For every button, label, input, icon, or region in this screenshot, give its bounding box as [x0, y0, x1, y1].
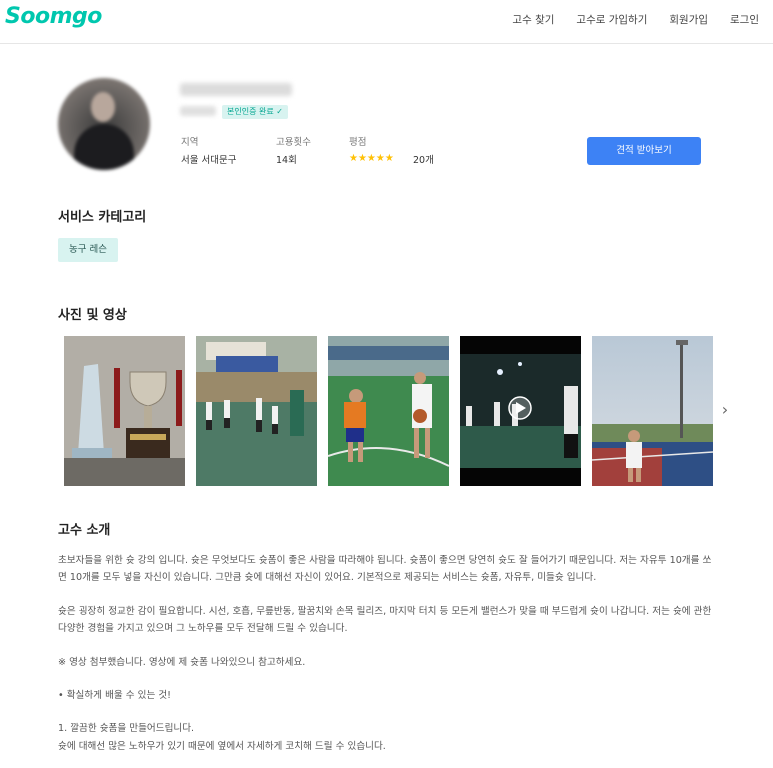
rating-stars-icon: ★★★★★	[349, 153, 394, 164]
stat-region-value: 서울 서대문구	[181, 155, 237, 166]
dribble-photo-image	[328, 336, 449, 486]
profile-avatar	[58, 78, 150, 170]
stat-region-label: 지역	[181, 137, 199, 148]
top-header: Soomgo 고수 찾기 고수로 가입하기 회원가입 로그인	[0, 0, 773, 44]
photo-outdoor-court[interactable]	[592, 336, 713, 486]
photo-dribble[interactable]	[328, 336, 449, 486]
stat-review-count[interactable]: 20개	[413, 152, 434, 166]
service-category-title: 서비스 카테고리	[58, 210, 147, 225]
stat-rating-label: 평점	[349, 137, 367, 148]
photos-section-title: 사진 및 영상	[58, 308, 127, 323]
intro-line: 다양한 경험을 가지고 있으며 그 노하우를 모두 전달해 드릴 수 있습니다.	[58, 623, 348, 635]
nav-find-pro[interactable]: 고수 찾기	[512, 12, 554, 27]
nav-login[interactable]: 로그인	[730, 12, 759, 27]
intro-line: ※ 영상 첨부했습니다. 영상에 제 슛폼 나와있으니 참고하세요.	[58, 656, 306, 668]
profile-name-blurred	[180, 83, 292, 96]
nav-signup[interactable]: 회원가입	[669, 12, 708, 27]
verified-badge: 본인인증 완료 ✓	[222, 105, 288, 119]
photo-court-group[interactable]	[196, 336, 317, 486]
intro-line: 슛에 대해선 많은 노하우가 있기 때문에 옆에서 자세하게 코치해 드릴 수 …	[58, 740, 386, 752]
get-quote-button[interactable]: 견적 받아보기	[587, 137, 701, 165]
outdoor-court-photo-image	[592, 336, 713, 486]
intro-section-title: 고수 소개	[58, 523, 111, 538]
stat-hires-value: 14회	[276, 155, 297, 166]
photo-trophy[interactable]	[64, 336, 185, 486]
intro-text: 초보자들을 위한 슛 강의 입니다. 슛은 무엇보다도 슛폼이 좋은 사람을 따…	[58, 552, 718, 755]
category-chip-basketball-lesson[interactable]: 농구 레슨	[58, 238, 118, 262]
court-group-photo-image	[196, 336, 317, 486]
night-video-photo-image	[460, 336, 581, 486]
nav-join-as-pro[interactable]: 고수로 가입하기	[576, 12, 647, 27]
intro-line: 면 10개를 모두 넣을 자신이 있습니다. 그만큼 슛에 대해선 자신이 있어…	[58, 572, 597, 584]
intro-line: 슛은 굉장히 정교한 감이 필요합니다. 시선, 호흡, 무릎반동, 팔꿈치와 …	[58, 605, 712, 617]
intro-line: 1. 깔끔한 슛폼을 만들어드립니다.	[58, 723, 195, 735]
profile-subtitle-blurred	[180, 106, 216, 116]
intro-line: • 확실하게 배울 수 있는 것!	[58, 690, 172, 702]
stat-hires-label: 고용횟수	[276, 137, 311, 148]
top-nav: 고수 찾기 고수로 가입하기 회원가입 로그인	[512, 12, 759, 27]
photo-night-video[interactable]	[460, 336, 581, 486]
trophy-photo-image	[64, 336, 185, 486]
chevron-right-icon[interactable]: ›	[716, 401, 734, 419]
soomgo-logo[interactable]: Soomgo	[5, 4, 102, 29]
intro-line: 초보자들을 위한 슛 강의 입니다. 슛은 무엇보다도 슛폼이 좋은 사람을 따…	[58, 555, 712, 566]
